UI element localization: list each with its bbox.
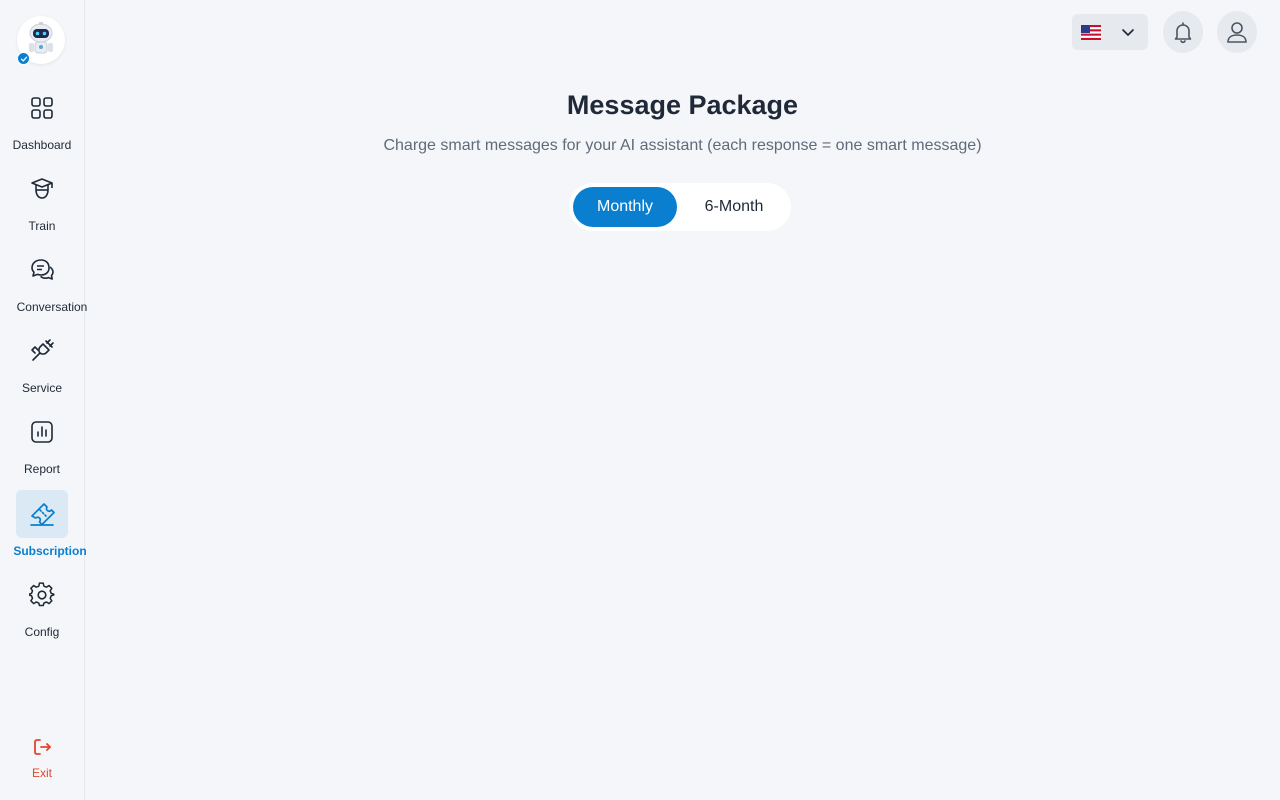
chart-icon (31, 421, 53, 443)
robot-icon (29, 22, 53, 54)
logout-icon (34, 739, 51, 755)
sidebar-item-dashboard[interactable]: Dashboard (0, 84, 85, 160)
ticket-icon (30, 503, 55, 526)
chat-icon (31, 259, 54, 280)
sidebar-item-label: Subscription (13, 544, 87, 558)
page-subtitle: Charge smart messages for your AI assist… (383, 137, 982, 154)
sidebar-item-conversation[interactable]: Conversation (0, 246, 87, 322)
sidebar-item-label: Service (21, 381, 62, 395)
sidebar-item-label: Train (28, 219, 56, 233)
check-icon (20, 56, 27, 62)
sidebar: Dashboard Train Conversation Service Rep… (0, 0, 87, 800)
language-select[interactable] (1072, 14, 1148, 50)
grid-icon (31, 97, 53, 119)
sidebar-item-subscription[interactable]: Subscription (0, 490, 87, 566)
bell-icon (1174, 22, 1192, 44)
profile-button[interactable] (1217, 11, 1257, 53)
gear-icon (29, 582, 55, 607)
exit-button[interactable]: Exit (0, 730, 85, 790)
sidebar-item-config[interactable]: Config (0, 571, 85, 647)
toggle-option-6-month[interactable]: 6-Month (681, 187, 787, 227)
sidebar-item-service[interactable]: Service (0, 327, 85, 403)
billing-period-toggle: Monthly 6-Month (569, 183, 791, 231)
graduate-icon (31, 178, 53, 199)
sidebar-item-label: Dashboard (12, 138, 72, 152)
notifications-button[interactable] (1163, 11, 1203, 53)
sidebar-item-label: Config (24, 625, 60, 639)
page-title: Message Package (566, 90, 799, 120)
exit-label: Exit (31, 766, 52, 780)
sidebar-item-label: Conversation (16, 300, 88, 314)
sidebar-item-train[interactable]: Train (0, 165, 85, 241)
verified-badge (17, 52, 30, 65)
sidebar-item-report[interactable]: Report (0, 408, 85, 484)
sidebar-item-label: Report (23, 462, 61, 476)
user-icon (1227, 22, 1247, 43)
plug-icon (31, 339, 54, 361)
us-flag-icon (1081, 25, 1101, 45)
bot-logo[interactable] (17, 16, 65, 65)
chevron-down-icon (1120, 24, 1136, 45)
toggle-option-monthly[interactable]: Monthly (573, 187, 677, 227)
